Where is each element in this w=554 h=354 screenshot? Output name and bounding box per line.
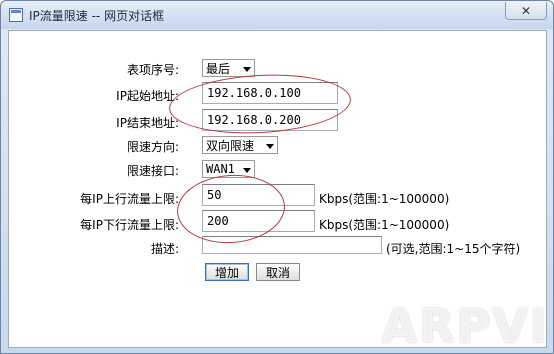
- watermark-logo: ARPVI: [381, 299, 549, 353]
- upload-limit-value: 50: [207, 188, 222, 202]
- upload-limit-range: Kbps(范围:1~100000): [319, 192, 450, 206]
- title-bar: IP流量限速 -- 网页对话框 ✕: [1, 1, 553, 29]
- ip-end-label: IP结束地址:: [116, 116, 179, 130]
- cancel-button[interactable]: 取消: [256, 263, 300, 281]
- description-hint: (可选,范围:1~15个字符): [386, 242, 521, 256]
- close-icon: ✕: [520, 3, 532, 18]
- window-icon: [9, 8, 23, 22]
- chevron-down-icon: [243, 168, 251, 173]
- entry-order-value: 最后: [206, 61, 231, 76]
- ip-end-input[interactable]: 192.168.0.200: [202, 109, 338, 131]
- ip-end-value: 192.168.0.200: [207, 113, 301, 127]
- dialog-window: IP流量限速 -- 网页对话框 ✕ 表项序号: 最后 IP起始地址: 192.1…: [0, 0, 554, 354]
- chevron-down-icon: [243, 67, 251, 72]
- chevron-down-icon: [266, 144, 274, 149]
- download-limit-input[interactable]: 200: [202, 210, 315, 232]
- download-limit-label: 每IP下行流量上限:: [80, 218, 179, 232]
- upload-limit-label: 每IP上行流量上限:: [80, 192, 179, 206]
- direction-select[interactable]: 双向限速: [202, 136, 278, 154]
- window-title: IP流量限速 -- 网页对话框: [29, 9, 165, 23]
- direction-label: 限速方向:: [126, 140, 179, 154]
- ip-start-value: 192.168.0.100: [207, 86, 301, 100]
- ip-start-label: IP起始地址:: [116, 89, 179, 103]
- close-button[interactable]: ✕: [505, 2, 547, 20]
- entry-order-select[interactable]: 最后: [202, 59, 255, 77]
- ip-start-input[interactable]: 192.168.0.100: [202, 82, 338, 104]
- add-button[interactable]: 增加: [205, 263, 249, 281]
- upload-limit-input[interactable]: 50: [202, 184, 315, 206]
- description-input[interactable]: [202, 236, 382, 254]
- download-limit-value: 200: [207, 214, 229, 228]
- description-label: 描述:: [150, 242, 179, 256]
- entry-order-label: 表项序号:: [126, 63, 179, 77]
- interface-label: 限速接口:: [126, 164, 179, 178]
- direction-value: 双向限速: [206, 138, 255, 153]
- interface-value: WAN1: [206, 162, 235, 176]
- download-limit-range: Kbps(范围:1~100000): [319, 218, 450, 232]
- interface-select[interactable]: WAN1: [202, 160, 255, 178]
